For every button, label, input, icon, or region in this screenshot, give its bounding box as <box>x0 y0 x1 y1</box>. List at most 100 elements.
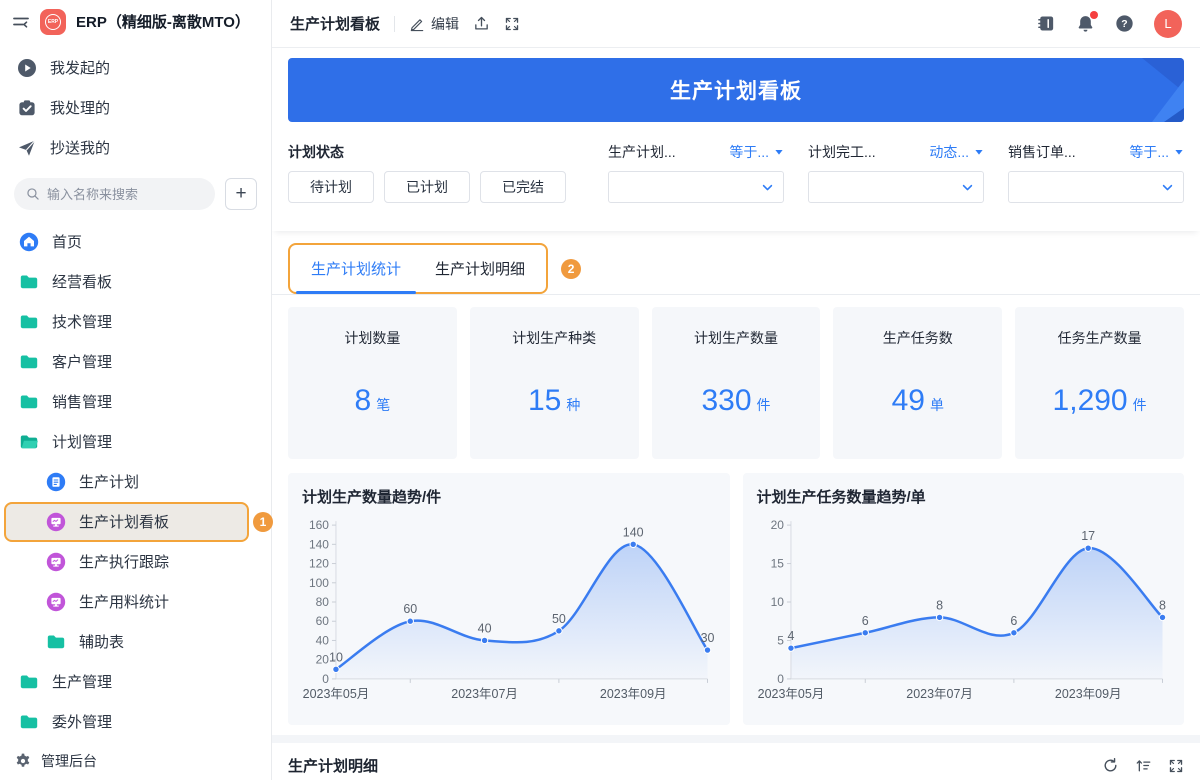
sidebar-item-生产执行跟踪[interactable]: 生产执行跟踪 <box>4 542 249 582</box>
svg-text:100: 100 <box>309 576 329 590</box>
journal-icon[interactable] <box>1037 14 1056 33</box>
svg-text:4: 4 <box>787 629 794 643</box>
page-title: 生产计划看板 <box>290 13 380 34</box>
tab-生产计划统计[interactable]: 生产计划统计 <box>294 245 418 292</box>
svg-text:140: 140 <box>623 525 644 539</box>
app-logo-text: ERP <box>45 14 61 30</box>
svg-text:2023年09月: 2023年09月 <box>1054 687 1121 701</box>
banner-title: 生产计划看板 <box>670 75 802 105</box>
avatar[interactable]: L <box>1154 10 1182 38</box>
admin-backend-button[interactable]: 管理后台 <box>0 742 271 780</box>
section-gap <box>272 735 1200 743</box>
sidebar-item-辅助表[interactable]: 辅助表 <box>4 622 249 662</box>
sidebar-item-生产计划[interactable]: 生产计划 <box>4 462 249 502</box>
folder-icon <box>46 632 66 652</box>
sidebar-item-生产计划看板[interactable]: 生产计划看板1 <box>4 502 249 542</box>
plan-status-filter: 计划状态 待计划已计划已完结 <box>288 142 566 203</box>
play-icon <box>17 58 37 78</box>
stat-card-计划生产种类: 计划生产种类15种 <box>470 307 639 459</box>
filter-select[interactable] <box>808 171 984 203</box>
step-badge-1: 1 <box>253 512 273 532</box>
svg-text:30: 30 <box>701 631 715 645</box>
sidebar-quick-links: 我发起的我处理的抄送我的 <box>0 44 271 170</box>
status-button-已计划[interactable]: 已计划 <box>384 171 470 203</box>
svg-text:10: 10 <box>329 650 343 664</box>
svg-text:8: 8 <box>936 598 943 612</box>
dashboard-icon <box>46 552 66 572</box>
sidebar-item-生产管理[interactable]: 生产管理 <box>4 662 249 702</box>
svg-text:120: 120 <box>309 557 329 571</box>
quick-item-2[interactable]: 我处理的 <box>0 88 271 128</box>
chart-title: 计划生产数量趋势/件 <box>302 486 716 507</box>
filter-operator-dropdown[interactable]: 等于... <box>729 142 784 162</box>
sidebar-item-客户管理[interactable]: 客户管理 <box>4 342 249 382</box>
detail-panel-actions <box>1102 757 1184 774</box>
sidebar-item-技术管理[interactable]: 技术管理 <box>4 302 249 342</box>
filter-label: 计划完工...动态... <box>808 142 984 162</box>
quick-item-1[interactable]: 我发起的 <box>0 48 271 88</box>
folder-open-icon <box>19 432 39 452</box>
menu-toggle-icon[interactable] <box>12 13 30 31</box>
svg-text:60: 60 <box>403 602 417 616</box>
charts-row: 计划生产数量趋势/件0204060801001201401602023年05月2… <box>272 459 1200 735</box>
sidebar-item-计划管理[interactable]: 计划管理 <box>4 422 249 462</box>
caret-down-icon <box>974 147 984 157</box>
tab-生产计划明细[interactable]: 生产计划明细 <box>418 245 542 292</box>
sidebar-item-label: 销售管理 <box>52 391 112 412</box>
stat-card-计划数量: 计划数量8笔 <box>288 307 457 459</box>
banner-decoration <box>1064 58 1184 122</box>
filter-section: 计划状态 待计划已计划已完结 生产计划...等于... 计划完工...动态... 销… <box>272 122 1200 231</box>
sort-icon[interactable] <box>1135 757 1152 774</box>
sidebar-item-label: 生产用料统计 <box>79 591 169 612</box>
svg-text:0: 0 <box>777 672 784 686</box>
quick-item-label: 抄送我的 <box>50 137 110 158</box>
sidebar-item-销售管理[interactable]: 销售管理 <box>4 382 249 422</box>
filter-label: 销售订单...等于... <box>1008 142 1184 162</box>
stat-unit: 种 <box>566 397 580 413</box>
tabs-group: 生产计划统计生产计划明细 <box>288 243 548 294</box>
svg-text:2023年07月: 2023年07月 <box>906 687 973 701</box>
filter-select[interactable] <box>1008 171 1184 203</box>
notifications-button[interactable] <box>1076 14 1095 33</box>
stat-value: 8笔 <box>288 384 457 418</box>
search-input[interactable]: 输入名称来搜索 <box>14 178 215 210</box>
stat-value: 1,290件 <box>1015 384 1184 418</box>
svg-text:5: 5 <box>777 633 784 647</box>
filter-column-3: 销售订单...等于... <box>1008 142 1184 203</box>
svg-text:2023年05月: 2023年05月 <box>303 687 370 701</box>
stat-card-生产任务数: 生产任务数49单 <box>833 307 1002 459</box>
sidebar-item-经营看板[interactable]: 经营看板 <box>4 262 249 302</box>
sidebar-nav: 首页经营看板技术管理客户管理销售管理计划管理生产计划生产计划看板1生产执行跟踪生… <box>0 216 271 742</box>
svg-text:20: 20 <box>316 653 330 667</box>
sidebar-item-生产用料统计[interactable]: 生产用料统计 <box>4 582 249 622</box>
svg-text:80: 80 <box>316 595 330 609</box>
svg-text:40: 40 <box>316 633 330 647</box>
pencil-icon <box>409 16 425 32</box>
sidebar-item-委外管理[interactable]: 委外管理 <box>4 702 249 742</box>
quick-item-3[interactable]: 抄送我的 <box>0 128 271 168</box>
svg-text:17: 17 <box>1081 529 1095 543</box>
edit-button[interactable]: 编辑 <box>409 14 459 34</box>
sidebar-item-label: 经营看板 <box>52 271 112 292</box>
sidebar: ERP ERP（精细版-离散MTO） 我发起的我处理的抄送我的 输入名称来搜索 … <box>0 0 272 780</box>
share-icon[interactable] <box>473 15 490 32</box>
svg-text:6: 6 <box>1010 614 1017 628</box>
filter-select[interactable] <box>608 171 784 203</box>
status-button-待计划[interactable]: 待计划 <box>288 171 374 203</box>
chart-card-1: 计划生产数量趋势/件0204060801001201401602023年05月2… <box>288 473 730 725</box>
refresh-icon[interactable] <box>1102 757 1119 774</box>
status-button-已完结[interactable]: 已完结 <box>480 171 566 203</box>
filter-operator-dropdown[interactable]: 动态... <box>929 142 984 162</box>
folder-icon <box>19 672 39 692</box>
fullscreen-icon[interactable] <box>1168 758 1184 774</box>
help-icon[interactable]: ? <box>1115 14 1134 33</box>
svg-text:40: 40 <box>478 621 492 635</box>
add-button[interactable]: + <box>225 178 257 210</box>
filter-operator-dropdown[interactable]: 等于... <box>1129 142 1184 162</box>
sidebar-item-首页[interactable]: 首页 <box>4 222 249 262</box>
fullscreen-icon[interactable] <box>504 16 520 32</box>
stat-value: 15种 <box>470 384 639 418</box>
folder-icon <box>19 392 39 412</box>
svg-text:2023年07月: 2023年07月 <box>451 687 518 701</box>
filter-label: 生产计划...等于... <box>608 142 784 162</box>
